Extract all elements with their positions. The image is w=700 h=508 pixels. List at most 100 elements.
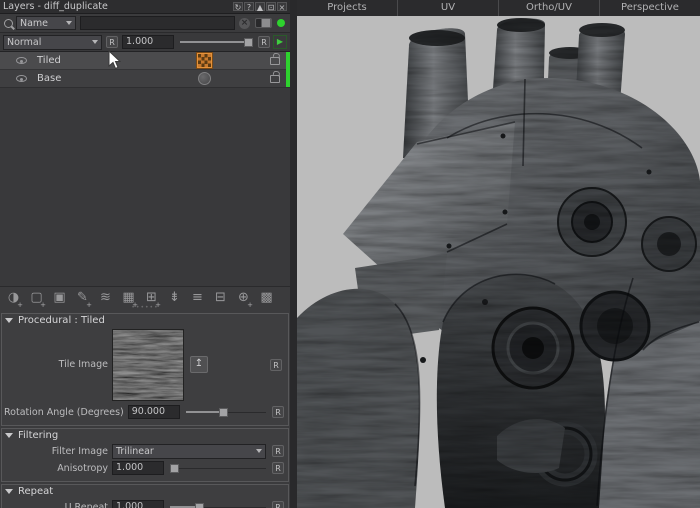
- section-title: Filtering: [18, 430, 58, 441]
- blend-reset-button[interactable]: R: [106, 36, 118, 48]
- anisotropy-row: Anisotropy 1.000 R: [4, 461, 284, 476]
- collapse-triangle-icon: [5, 433, 13, 438]
- filter-image-reset-button[interactable]: R: [272, 445, 284, 457]
- section-header-procedural[interactable]: Procedural : Tiled: [4, 315, 286, 327]
- amount-reset-button[interactable]: R: [258, 36, 270, 48]
- tab-perspective[interactable]: Perspective: [600, 0, 700, 16]
- close-icon[interactable]: ×: [277, 2, 287, 11]
- toggle-knob: [261, 18, 271, 28]
- section-repeat: Repeat U Repeat 1.000 R V Repeat 1.000: [1, 484, 289, 508]
- chevron-down-icon: [256, 449, 262, 453]
- section-procedural: Procedural : Tiled Tile Image: [1, 313, 289, 426]
- collapse-triangle-icon: [5, 318, 13, 323]
- remove-layer-icon[interactable]: ⊟: [209, 288, 232, 308]
- tile-image-thumbnail[interactable]: [112, 329, 184, 401]
- blend-amount-field[interactable]: 1.000: [122, 35, 174, 49]
- visibility-icon[interactable]: [16, 75, 27, 82]
- slider-track: [170, 468, 266, 469]
- import-image-icon[interactable]: ↥: [190, 356, 208, 373]
- filter-image-value: Trilinear: [116, 446, 154, 457]
- application-window: Layers - diff_duplicate ↻ ? ▲ ⊡ × Name ×…: [0, 0, 700, 508]
- chevron-down-icon: [92, 40, 98, 44]
- blend-mode-dropdown[interactable]: Normal: [3, 35, 102, 50]
- layer-row-base[interactable]: Base: [0, 69, 290, 87]
- u-repeat-reset-button[interactable]: R: [272, 501, 284, 508]
- filter-toggle[interactable]: [255, 18, 272, 28]
- tile-image-reset-button[interactable]: R: [270, 359, 282, 371]
- anisotropy-label: Anisotropy: [4, 463, 112, 474]
- layers-panel: Layers - diff_duplicate ↻ ? ▲ ⊡ × Name ×…: [0, 0, 290, 508]
- add-adjustment-layer-icon[interactable]: ✎: [71, 288, 94, 308]
- cache-play-icon[interactable]: ▶: [273, 35, 287, 49]
- filter-image-dropdown[interactable]: Trilinear: [112, 444, 266, 459]
- undock-icon[interactable]: ↻: [233, 2, 243, 11]
- tab-projects[interactable]: Projects: [297, 0, 398, 16]
- u-repeat-label: U Repeat: [4, 502, 112, 508]
- duplicate-layers-icon[interactable]: ▣: [48, 288, 71, 308]
- paint-layer-icon[interactable]: [196, 71, 212, 87]
- section-filtering: Filtering Filter Image Trilinear R Aniso…: [1, 428, 289, 482]
- help-icon[interactable]: ?: [244, 2, 254, 11]
- share-layer-icon[interactable]: ⊕: [232, 288, 255, 308]
- filter-image-label: Filter Image: [4, 446, 112, 457]
- clear-search-icon[interactable]: ×: [239, 18, 250, 29]
- add-brush-layer-icon[interactable]: ≋: [94, 288, 117, 308]
- search-filter-dropdown[interactable]: Name: [16, 16, 76, 30]
- slider-handle[interactable]: [219, 408, 228, 417]
- layer-name[interactable]: Base: [37, 73, 196, 84]
- add-layer-icon[interactable]: ▢: [25, 288, 48, 308]
- slider-fill: [186, 411, 223, 413]
- anisotropy-field[interactable]: 1.000: [112, 461, 164, 475]
- visibility-icon[interactable]: [16, 57, 27, 64]
- u-repeat-field[interactable]: 1.000: [112, 500, 164, 508]
- panel-titlebar[interactable]: Layers - diff_duplicate ↻ ? ▲ ⊡ ×: [0, 0, 290, 14]
- expand-icon[interactable]: ▲: [255, 2, 265, 11]
- tab-uv[interactable]: UV: [398, 0, 499, 16]
- add-paint-layer-icon[interactable]: ◑: [2, 288, 25, 308]
- filter-image-row: Filter Image Trilinear R: [4, 444, 284, 459]
- cached-status-strip: [286, 52, 290, 87]
- flatten-layers-icon[interactable]: ≡: [186, 288, 209, 308]
- section-header-filtering[interactable]: Filtering: [4, 430, 286, 442]
- float-icon[interactable]: ⊡: [266, 2, 276, 11]
- tab-ortho-uv[interactable]: Ortho/UV: [499, 0, 600, 16]
- sync-status-dot: [277, 19, 285, 27]
- viewport-area: Projects UV Ortho/UV Perspective: [297, 0, 700, 508]
- tiled-procedural-icon[interactable]: [196, 53, 212, 69]
- slider-fill: [180, 41, 248, 43]
- section-header-repeat[interactable]: Repeat: [4, 486, 286, 498]
- section-title: Procedural : Tiled: [18, 315, 105, 326]
- u-repeat-slider[interactable]: [170, 502, 266, 508]
- panel-splitter[interactable]: [290, 0, 297, 508]
- search-filter-value: Name: [20, 18, 48, 29]
- slider-handle[interactable]: [195, 503, 204, 508]
- slider-handle[interactable]: [170, 464, 179, 473]
- tile-image-row: Tile Image: [4, 329, 284, 401]
- unlock-icon[interactable]: [270, 57, 280, 65]
- rotation-row: Rotation Angle (Degrees) 90.000 R: [4, 405, 284, 420]
- search-input[interactable]: [80, 16, 235, 30]
- layer-list: Tiled Base: [0, 52, 290, 87]
- blend-mode-value: Normal: [7, 37, 41, 48]
- splitter-handle[interactable]: ••••••: [131, 306, 158, 310]
- u-repeat-row: U Repeat 1.000 R: [4, 500, 284, 508]
- unlock-icon[interactable]: [270, 75, 280, 83]
- anisotropy-slider[interactable]: [170, 463, 266, 473]
- anisotropy-reset-button[interactable]: R: [272, 462, 284, 474]
- rotation-reset-button[interactable]: R: [272, 406, 284, 418]
- tile-image-label: Tile Image: [4, 359, 112, 370]
- merge-layers-icon[interactable]: ⇟: [163, 288, 186, 308]
- 3d-viewport-canvas[interactable]: [297, 16, 700, 508]
- layer-grid-icon[interactable]: ▩: [255, 288, 278, 308]
- layer-search-row: Name ×: [0, 14, 290, 33]
- chevron-down-icon: [66, 21, 72, 25]
- rotation-slider[interactable]: [186, 407, 266, 417]
- layer-list-empty-area[interactable]: [0, 87, 290, 286]
- slider-handle[interactable]: [244, 38, 253, 47]
- blend-amount-slider[interactable]: [180, 37, 252, 47]
- paint-thumbnail: [198, 72, 211, 85]
- layer-row-tiled[interactable]: Tiled: [0, 52, 290, 69]
- properties-panel: Procedural : Tiled Tile Image: [0, 310, 290, 508]
- section-title: Repeat: [18, 486, 53, 497]
- rotation-field[interactable]: 90.000: [128, 405, 180, 419]
